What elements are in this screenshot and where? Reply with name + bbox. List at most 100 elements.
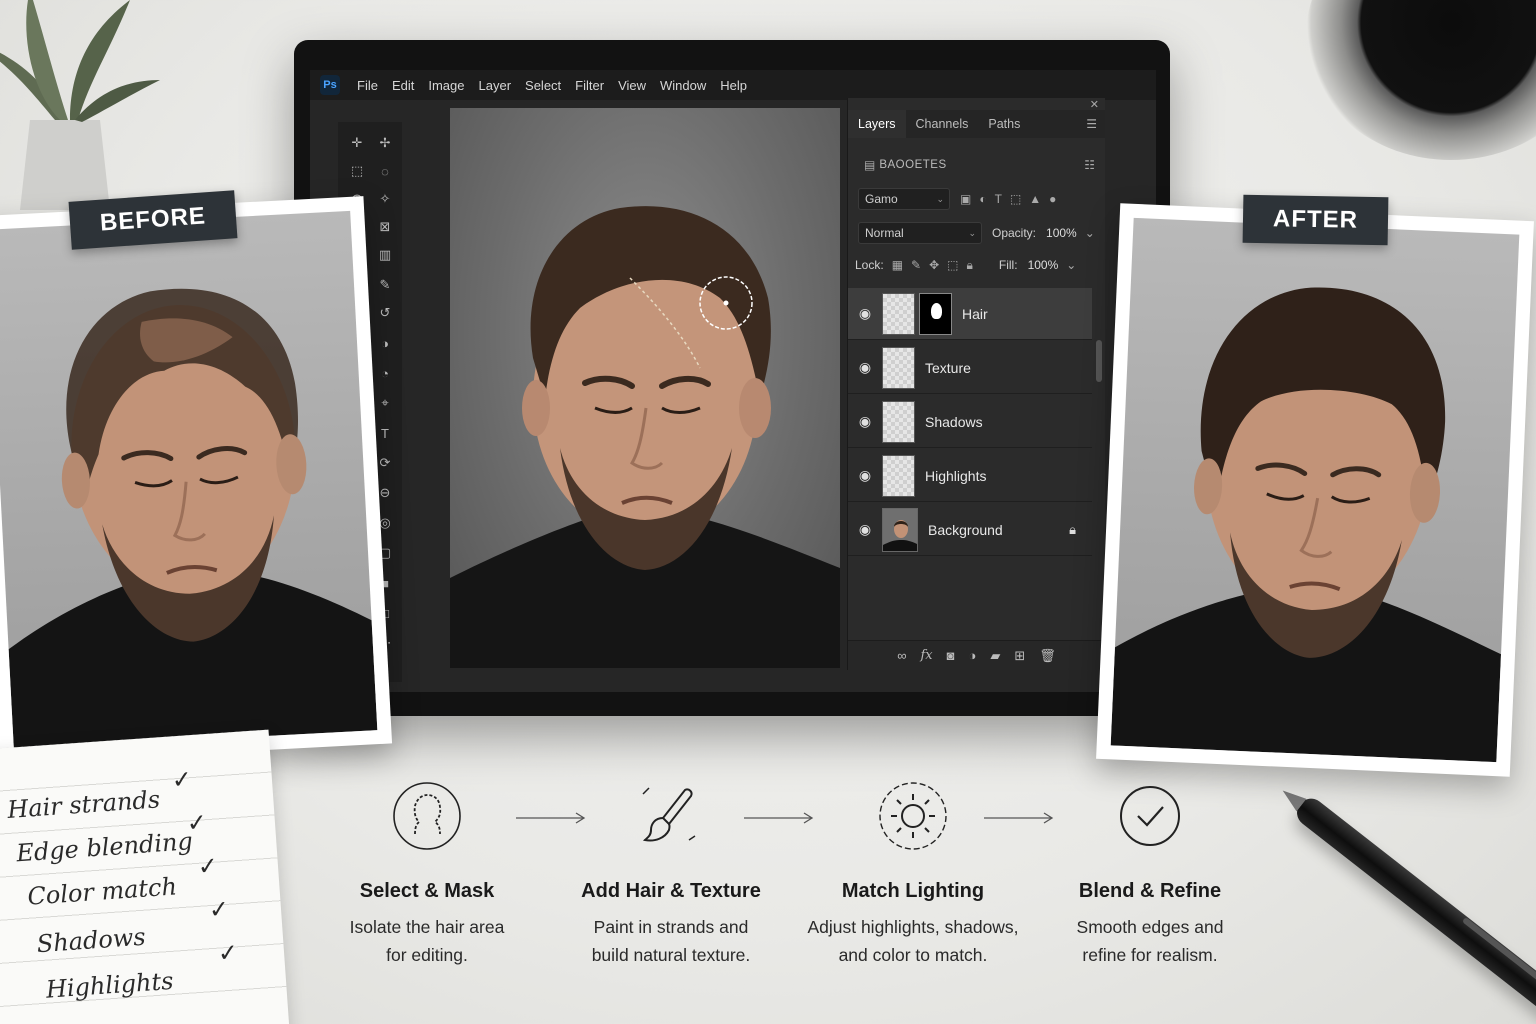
pixel-filter-icon[interactable]: ▣ [960, 192, 971, 206]
visibility-eye-icon[interactable]: ◉ [848, 305, 882, 322]
kind-dropdown[interactable]: Gamo ⌄ [858, 188, 950, 210]
portrait-image [450, 206, 840, 668]
add-mask-icon[interactable]: ◙ [947, 648, 955, 663]
step-description: Paint in strands and build natural textu… [551, 913, 791, 969]
artboard-tool-icon[interactable]: ✢ [374, 132, 396, 154]
step-title: Add Hair & Texture [581, 880, 761, 902]
menu-select[interactable]: Select [518, 78, 568, 93]
checklist-item: Edge blending [15, 827, 194, 868]
filter-menu-icon[interactable]: ☷ [1084, 158, 1095, 172]
step-title: Blend & Refine [1078, 880, 1222, 902]
visibility-eye-icon[interactable]: ◉ [848, 413, 882, 430]
dodge-tool-icon[interactable]: ◔ [374, 362, 396, 384]
step-add-hair-texture: Add Hair & Texture Paint in strands and … [551, 780, 791, 969]
lock-label: Lock: [855, 258, 884, 272]
pen-tip [1278, 784, 1307, 811]
link-layers-icon[interactable]: ∞ [897, 648, 906, 663]
check-mark-icon: ✓ [170, 766, 193, 795]
step-select-mask: Select & Mask Isolate the hair area for … [307, 780, 547, 969]
menu-window[interactable]: Window [653, 78, 713, 93]
layer-hair[interactable]: ◉ Hair [848, 288, 1092, 340]
adjustment-layer-icon[interactable]: ◑ [969, 648, 977, 663]
opacity-label: Opacity: [992, 226, 1037, 240]
kind-dropdown-value: Gamo [865, 192, 898, 206]
panel-menu-icon[interactable]: ☰ [1086, 117, 1097, 131]
before-photo [0, 196, 393, 764]
fill-value[interactable]: 100% [1024, 258, 1063, 272]
layer-thumbnail [882, 454, 915, 497]
smart-object-filter-icon[interactable]: ▲ [1029, 192, 1041, 206]
after-photo-image [1110, 217, 1520, 763]
opacity-chevron-icon[interactable]: ⌄ [1085, 226, 1095, 240]
layer-filter-label: BAOOETES [879, 159, 947, 171]
ruler-tool-icon[interactable]: ▥ [374, 244, 396, 266]
layer-background[interactable]: ◉ Background 🔒︎ [848, 504, 1092, 556]
step-desc-line: for editing. [386, 945, 468, 965]
layer-highlights[interactable]: ◉ Highlights [848, 450, 1092, 502]
layer-texture[interactable]: ◉ Texture [848, 342, 1092, 394]
blend-mode-dropdown[interactable]: Normal ⌄ [858, 222, 982, 244]
layer-thumbnail [882, 292, 915, 335]
filter-layers-icon[interactable]: ▤ [864, 158, 875, 172]
tab-paths[interactable]: Paths [978, 110, 1030, 138]
step-desc-line: Smooth edges and [1076, 917, 1224, 937]
layer-shadows[interactable]: ◉ Shadows [848, 396, 1092, 448]
visibility-eye-icon[interactable]: ◉ [848, 521, 882, 538]
fill-label: Fill: [998, 258, 1018, 272]
fill-chevron-icon[interactable]: ⌄ [1066, 258, 1076, 272]
history-brush-tool-icon[interactable]: ↺ [374, 302, 396, 324]
lock-transparency-icon[interactable]: ▦ [892, 258, 903, 272]
fx-icon[interactable]: fx [920, 648, 932, 663]
menu-edit[interactable]: Edit [385, 78, 421, 93]
step-desc-line: Paint in strands and [593, 917, 749, 937]
menu-image[interactable]: Image [421, 78, 471, 93]
lock-row: Lock: ▦ ✎ ✥ ⬚ 🔒︎ Fill: 100% ⌄ [848, 250, 1105, 280]
layers-scrollbar[interactable] [1096, 340, 1102, 382]
step-desc-line: and color to match. [838, 945, 988, 965]
magic-wand-tool-icon[interactable]: ✧ [374, 188, 396, 210]
lock-icon[interactable]: 🔒︎ [1069, 522, 1076, 538]
lasso-tool-icon[interactable]: ◌ [374, 160, 396, 182]
lock-artboard-icon[interactable]: ⬚ [947, 258, 958, 272]
layers-panel: ✕ Layers Channels Paths ☰ ▤ BAOOETES ☷ G… [847, 98, 1105, 670]
shape-filter-icon[interactable]: ⬚ [1010, 192, 1021, 206]
check-mark-icon: ✓ [196, 852, 219, 881]
lock-image-pixels-icon[interactable]: ✎ [911, 258, 921, 272]
step-desc-line: Isolate the hair area [349, 917, 505, 937]
menu-layer[interactable]: Layer [472, 78, 519, 93]
menu-filter[interactable]: Filter [568, 78, 611, 93]
chevron-down-icon: ⌄ [936, 194, 944, 204]
tab-layers[interactable]: Layers [848, 110, 906, 138]
visibility-eye-icon[interactable]: ◉ [848, 359, 882, 376]
menu-file[interactable]: File [350, 78, 385, 93]
gradient-tool-icon[interactable]: ◑ [374, 332, 396, 354]
visibility-eye-icon[interactable]: ◉ [848, 467, 882, 484]
move-tool-icon[interactable]: ✛ [346, 132, 368, 154]
document-canvas[interactable] [450, 108, 840, 668]
potted-plant [0, 0, 160, 210]
step-description: Adjust highlights, shadows, and color to… [793, 913, 1033, 969]
menu-view[interactable]: View [611, 78, 653, 93]
step-desc-line: build natural texture. [591, 945, 751, 965]
adjustment-filter-icon[interactable]: ◐ [979, 192, 986, 206]
filter-toggle-icon[interactable]: ● [1049, 192, 1056, 206]
opacity-value[interactable]: 100% [1042, 226, 1081, 240]
type-tool-icon[interactable]: T [374, 422, 396, 444]
trash-icon[interactable]: 🗑︎ [1039, 648, 1056, 664]
path-tool-icon[interactable]: ⌖ [374, 392, 396, 414]
new-group-icon[interactable]: ▰ [990, 648, 1000, 664]
lock-all-icon[interactable]: 🔒︎ [967, 258, 973, 273]
brush-tool-icon[interactable]: ✎ [374, 274, 396, 296]
laptop: Ps File Edit Image Layer Select Filter V… [294, 40, 1170, 716]
check-mark-icon: ✓ [185, 809, 208, 838]
tab-channels[interactable]: Channels [906, 110, 979, 138]
lock-position-icon[interactable]: ✥ [929, 258, 939, 272]
type-filter-icon[interactable]: T [995, 192, 1002, 206]
layer-mask-thumbnail[interactable] [919, 292, 952, 335]
pen-clip [1461, 916, 1536, 996]
app-logo-icon[interactable]: Ps [320, 75, 340, 95]
menu-help[interactable]: Help [713, 78, 754, 93]
marquee-tool-icon[interactable]: ⬚ [346, 160, 368, 182]
frame-tool-icon[interactable]: ⊠ [374, 216, 396, 238]
new-layer-icon[interactable]: ⊞ [1014, 648, 1025, 664]
